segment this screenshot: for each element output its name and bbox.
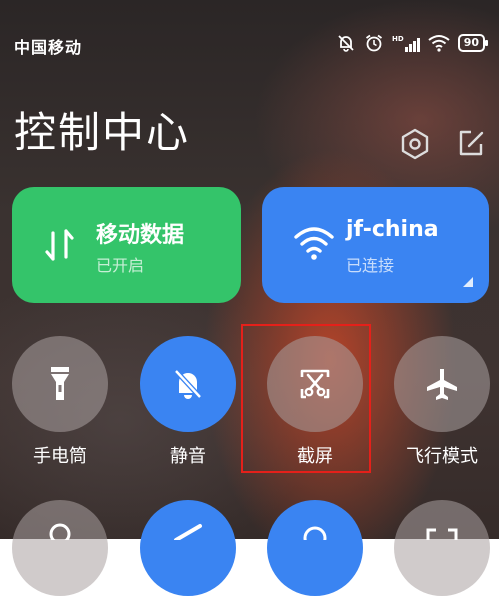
carrier-name: 中国移动 [14,38,83,57]
screenshot-label: 截屏 [297,446,333,467]
flashlight-label: 手电筒 [33,446,87,467]
mute-toggle[interactable] [140,336,236,432]
next-row-toggle-4[interactable] [394,500,490,596]
scan-frame-icon [426,528,458,540]
mobile-data-tile[interactable]: 移动数据 已开启 [12,187,241,303]
settings-hexagon-icon[interactable] [400,128,430,160]
next-row-toggle-3[interactable] [267,500,363,596]
airplane-mode-toggle[interactable] [394,336,490,432]
page-title: 控制中心 [14,108,191,157]
mobile-data-label: 移动数据 [96,223,185,248]
airplane-mode-label: 飞行模式 [406,446,478,467]
expand-corner-icon[interactable] [463,277,473,287]
mute-bell-icon [174,369,202,399]
status-bar: 中国移动 HD 90 [0,0,499,72]
flashlight-icon [51,367,69,400]
next-row-toggle-1[interactable] [12,500,108,596]
mobile-data-status: 已开启 [96,256,145,275]
eye-protection-icon [303,526,327,540]
hd-signal-icon: HD [392,34,420,52]
alarm-icon [365,34,383,52]
mobile-data-arrows-icon [45,229,74,261]
wifi-tile[interactable]: jf-china 已连接 [262,187,489,303]
wifi-status: 已连接 [346,256,395,275]
flashlight-toggle[interactable] [12,336,108,432]
mute-label: 静音 [170,446,206,467]
wifi-icon [294,227,334,260]
battery-indicator: 90 [457,34,489,52]
status-icons: HD 90 [336,33,489,53]
location-pin-icon [49,523,71,540]
wifi-network-label: jf-china [346,217,439,242]
next-row-toggle-2[interactable] [140,500,236,596]
hd-label: HD [392,35,404,43]
wifi-icon [428,35,450,52]
navigation-arrow-icon [174,524,202,540]
edit-icon[interactable] [457,128,485,158]
airplane-icon [427,369,457,400]
mute-bell-icon [338,35,354,52]
